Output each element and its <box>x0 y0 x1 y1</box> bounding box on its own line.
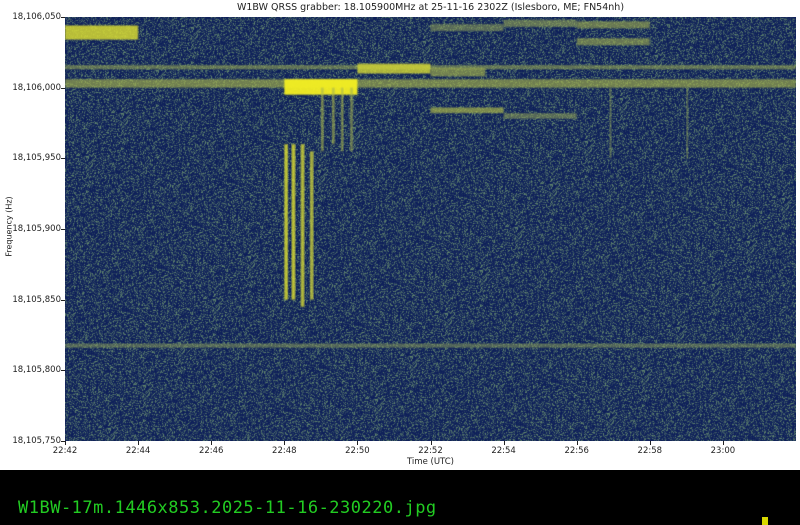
y-tick-label: 18,106,000 <box>12 82 61 93</box>
signal-trace <box>503 113 577 119</box>
y-tick-mark <box>61 87 65 89</box>
y-tick-label: 18,105,950 <box>12 153 61 164</box>
signal-trace <box>350 87 354 152</box>
x-tick-mark <box>576 441 578 445</box>
signal-trace <box>686 87 689 159</box>
terminal-cursor <box>762 517 768 525</box>
x-tick-label: 22:52 <box>418 446 443 456</box>
x-tick-label: 22:48 <box>272 446 297 456</box>
signal-trace <box>430 24 504 32</box>
signal-trace <box>609 87 612 159</box>
signal-trace <box>576 38 650 46</box>
x-tick-label: 22:42 <box>52 446 78 456</box>
y-tick-mark <box>61 158 65 160</box>
signal-trace <box>430 107 504 114</box>
x-tick-mark <box>138 441 140 445</box>
y-tick-label: 18,105,900 <box>12 224 61 234</box>
x-tick-mark <box>284 441 286 445</box>
spectrogram-signals <box>65 19 796 348</box>
y-tick-mark <box>61 229 65 230</box>
x-tick-label: 22:50 <box>345 446 370 456</box>
signal-trace <box>284 144 288 300</box>
y-tick-mark <box>61 299 65 301</box>
signal-trace <box>65 25 139 40</box>
x-tick-mark <box>722 441 724 445</box>
signal-trace <box>309 151 314 300</box>
x-tick-mark <box>211 441 213 445</box>
signal-trace <box>357 63 431 74</box>
x-tick-label: 22:56 <box>564 446 589 456</box>
x-tick-label: 22:54 <box>491 446 516 456</box>
signal-trace <box>65 79 796 88</box>
terminal-area: W1BW-17m.1446x853.2025-11-16-230220.jpg <box>0 470 800 525</box>
signal-trace <box>284 79 358 95</box>
x-tick-label: 22:58 <box>637 446 663 456</box>
x-tick-label: 22:44 <box>125 446 151 456</box>
terminal-filename: W1BW-17m.1446x853.2025-11-16-230220.jpg <box>18 498 437 518</box>
signal-trace <box>320 87 324 152</box>
y-axis-label: Frequency (Hz) <box>4 196 14 257</box>
signal-trace <box>340 87 344 152</box>
y-tick-label: 18,105,800 <box>12 365 61 376</box>
x-tick-mark <box>430 441 432 445</box>
signal-trace <box>503 19 577 27</box>
x-tick-mark <box>503 441 505 445</box>
x-tick-mark <box>65 441 66 445</box>
signal-trace <box>291 144 296 300</box>
y-tick-label: 18,106,050 <box>12 12 61 22</box>
signal-trace <box>65 343 796 348</box>
x-tick-mark <box>649 441 651 445</box>
x-axis-label: Time (UTC) <box>407 457 454 467</box>
y-tick-label: 18,105,850 <box>12 294 61 305</box>
signal-trace <box>576 21 650 29</box>
signal-trace <box>430 67 486 77</box>
spectrogram-plot <box>65 17 796 441</box>
x-tick-label: 22:46 <box>198 446 224 456</box>
y-tick-mark <box>61 17 65 18</box>
y-tick-label: 18,105,750 <box>12 436 61 446</box>
x-tick-label: 23:00 <box>710 446 736 456</box>
signal-trace <box>331 87 335 145</box>
chart-title: W1BW QRSS grabber: 18.105900MHz at 25-11… <box>236 2 625 13</box>
x-tick-mark <box>357 441 359 445</box>
y-tick-mark <box>61 370 65 372</box>
signal-trace <box>300 144 305 307</box>
